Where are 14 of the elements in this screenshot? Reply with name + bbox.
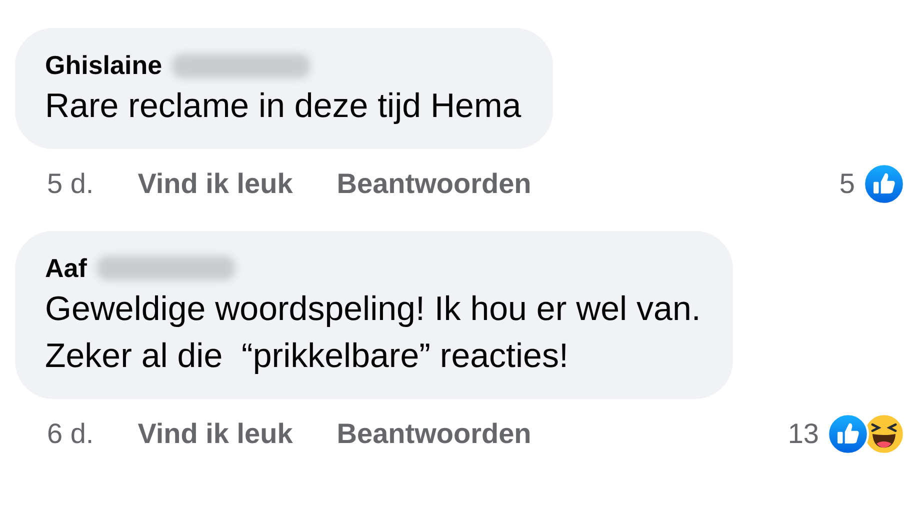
like-link[interactable]: Vind ik leuk xyxy=(138,168,293,200)
comment-text: Geweldige woordspeling! Ik hou er wel van. Zeker al die “prikkelbare” reacties! xyxy=(45,288,701,378)
thumbs-up-icon xyxy=(863,162,905,205)
reaction-count: 13 xyxy=(788,418,819,450)
author-name[interactable]: Aaf xyxy=(45,252,87,284)
reaction-count: 5 xyxy=(839,168,855,200)
thumbs-up-icon xyxy=(827,412,869,455)
like-link[interactable]: Vind ik leuk xyxy=(138,418,293,450)
comment-time: 6 d. xyxy=(47,418,94,450)
comment-time: 5 d. xyxy=(47,168,94,200)
comment-text: Rare reclame in deze tijd Hema xyxy=(45,86,522,127)
reply-link[interactable]: Beantwoorden xyxy=(336,418,532,450)
reply-link[interactable]: Beantwoorden xyxy=(336,168,532,200)
author-name[interactable]: Ghislaine xyxy=(45,50,162,81)
